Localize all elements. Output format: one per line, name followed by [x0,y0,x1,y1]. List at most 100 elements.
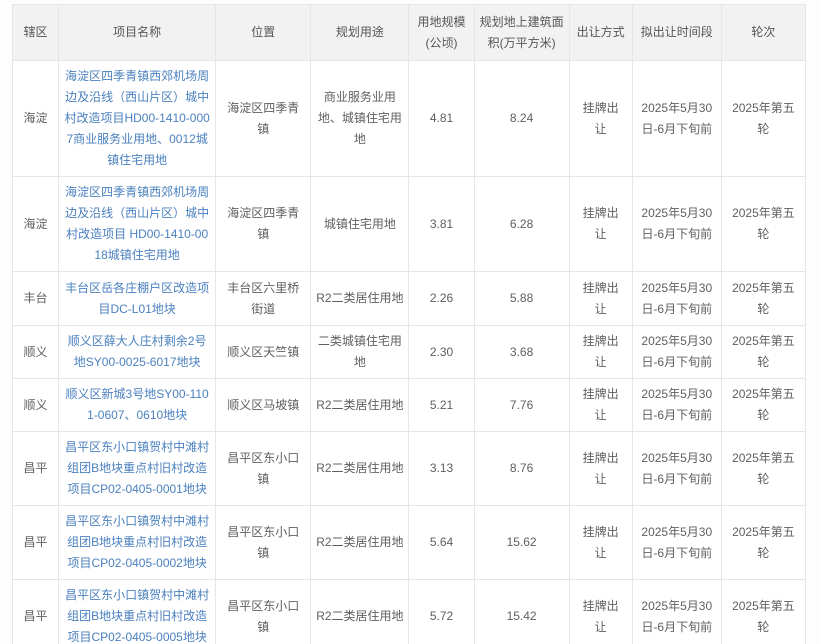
cell-land-area: 3.13 [408,431,475,506]
cell-transfer-method: 挂牌出让 [568,431,633,506]
header-round: 轮次 [720,4,807,61]
cell-round: 2025年第五轮 [720,60,807,177]
cell-project-name: 顺义区薛大人庄村剩余2号地SY00-0025-6017地块 [58,325,217,379]
cell-location: 昌平区东小口镇 [215,505,312,580]
cell-transfer-period: 2025年5月30日-6月下旬前 [631,378,722,432]
cell-land-area: 5.72 [408,579,475,644]
cell-location: 昌平区东小口镇 [215,431,312,506]
cell-floor-area: 8.76 [473,431,570,506]
cell-project-name: 丰台区岳各庄棚户区改造项目DC-L01地块 [58,271,217,326]
cell-transfer-period: 2025年5月30日-6月下旬前 [631,176,722,272]
header-transfer-method: 出让方式 [568,4,633,61]
cell-transfer-period: 2025年5月30日-6月下旬前 [631,505,722,580]
cell-district: 海淀 [11,176,60,272]
cell-transfer-period: 2025年5月30日-6月下旬前 [631,431,722,506]
cell-transfer-method: 挂牌出让 [568,176,633,272]
project-link[interactable]: 海淀区四季青镇西郊机场周边及沿线（西山片区）城中村改造项目HD00-1410-0… [64,69,209,167]
header-project-name: 项目名称 [58,4,217,61]
project-link[interactable]: 昌平区东小口镇贺村中滩村组团B地块重点村旧村改造项目CP02-0405-0002… [65,514,209,570]
cell-district: 丰台 [11,271,60,326]
cell-location: 昌平区东小口镇 [215,579,312,644]
table-row: 顺义 顺义区新城3号地SY00-1101-0607、0610地块 顺义区马坡镇 … [11,378,807,432]
cell-project-name: 昌平区东小口镇贺村中滩村组团B地块重点村旧村改造项目CP02-0405-0001… [58,431,217,506]
cell-floor-area: 3.68 [473,325,570,379]
cell-land-area: 5.64 [408,505,475,580]
project-link[interactable]: 顺义区薛大人庄村剩余2号地SY00-0025-6017地块 [68,334,207,369]
header-district: 辖区 [11,4,60,61]
cell-round: 2025年第五轮 [720,505,807,580]
cell-district: 昌平 [11,505,60,580]
header-land-area: 用地规模(公顷) [408,4,475,61]
cell-floor-area: 15.62 [473,505,570,580]
cell-transfer-method: 挂牌出让 [568,271,633,326]
cell-planned-use: 二类城镇住宅用地 [310,325,410,379]
cell-transfer-method: 挂牌出让 [568,579,633,644]
table-row: 海淀 海淀区四季青镇西郊机场周边及沿线（西山片区）城中村改造项目HD00-141… [11,60,807,177]
cell-round: 2025年第五轮 [720,176,807,272]
cell-project-name: 昌平区东小口镇贺村中滩村组团B地块重点村旧村改造项目CP02-0405-0002… [58,505,217,580]
cell-round: 2025年第五轮 [720,378,807,432]
project-link[interactable]: 昌平区东小口镇贺村中滩村组团B地块重点村旧村改造项目CP02-0405-0001… [65,440,209,496]
cell-floor-area: 7.76 [473,378,570,432]
header-location: 位置 [215,4,312,61]
cell-round: 2025年第五轮 [720,325,807,379]
cell-location: 顺义区天竺镇 [215,325,312,379]
cell-land-area: 4.81 [408,60,475,177]
header-transfer-period: 拟出让时间段 [631,4,722,61]
cell-transfer-period: 2025年5月30日-6月下旬前 [631,579,722,644]
cell-transfer-method: 挂牌出让 [568,325,633,379]
header-planned-use: 规划用途 [310,4,410,61]
table-row: 昌平 昌平区东小口镇贺村中滩村组团B地块重点村旧村改造项目CP02-0405-0… [11,505,807,580]
header-floor-area: 规划地上建筑面积(万平方米) [473,4,570,61]
land-transfer-table-container: 辖区 项目名称 位置 规划用途 用地规模(公顷) 规划地上建筑面积(万平方米) … [0,0,818,644]
cell-project-name: 昌平区东小口镇贺村中滩村组团B地块重点村旧村改造项目CP02-0405-0005… [58,579,217,644]
cell-transfer-period: 2025年5月30日-6月下旬前 [631,325,722,379]
cell-transfer-period: 2025年5月30日-6月下旬前 [631,271,722,326]
cell-transfer-method: 挂牌出让 [568,60,633,177]
cell-project-name: 顺义区新城3号地SY00-1101-0607、0610地块 [58,378,217,432]
cell-location: 海淀区四季青镇 [215,176,312,272]
cell-round: 2025年第五轮 [720,431,807,506]
cell-floor-area: 15.42 [473,579,570,644]
cell-land-area: 2.30 [408,325,475,379]
table-row: 顺义 顺义区薛大人庄村剩余2号地SY00-0025-6017地块 顺义区天竺镇 … [11,325,807,379]
land-transfer-table: 辖区 项目名称 位置 规划用途 用地规模(公顷) 规划地上建筑面积(万平方米) … [11,4,807,644]
project-link[interactable]: 昌平区东小口镇贺村中滩村组团B地块重点村旧村改造项目CP02-0405-0005… [65,588,209,644]
cell-transfer-method: 挂牌出让 [568,505,633,580]
cell-planned-use: 商业服务业用地、城镇住宅用地 [310,60,410,177]
cell-land-area: 2.26 [408,271,475,326]
cell-location: 丰台区六里桥街道 [215,271,312,326]
cell-location: 海淀区四季青镇 [215,60,312,177]
cell-floor-area: 5.88 [473,271,570,326]
cell-planned-use: 城镇住宅用地 [310,176,410,272]
project-link[interactable]: 顺义区新城3号地SY00-1101-0607、0610地块 [66,387,209,422]
cell-district: 昌平 [11,431,60,506]
cell-floor-area: 6.28 [473,176,570,272]
cell-land-area: 5.21 [408,378,475,432]
cell-floor-area: 8.24 [473,60,570,177]
table-row: 昌平 昌平区东小口镇贺村中滩村组团B地块重点村旧村改造项目CP02-0405-0… [11,431,807,506]
cell-district: 顺义 [11,325,60,379]
cell-project-name: 海淀区四季青镇西郊机场周边及沿线（西山片区）城中村改造项目 HD00-1410-… [58,176,217,272]
table-row: 昌平 昌平区东小口镇贺村中滩村组团B地块重点村旧村改造项目CP02-0405-0… [11,579,807,644]
cell-project-name: 海淀区四季青镇西郊机场周边及沿线（西山片区）城中村改造项目HD00-1410-0… [58,60,217,177]
project-link[interactable]: 丰台区岳各庄棚户区改造项目DC-L01地块 [65,281,209,316]
table-row: 海淀 海淀区四季青镇西郊机场周边及沿线（西山片区）城中村改造项目 HD00-14… [11,176,807,272]
cell-land-area: 3.81 [408,176,475,272]
cell-planned-use: R2二类居住用地 [310,271,410,326]
cell-district: 昌平 [11,579,60,644]
table-header-row: 辖区 项目名称 位置 规划用途 用地规模(公顷) 规划地上建筑面积(万平方米) … [11,4,807,61]
cell-transfer-method: 挂牌出让 [568,378,633,432]
table-row: 丰台 丰台区岳各庄棚户区改造项目DC-L01地块 丰台区六里桥街道 R2二类居住… [11,271,807,326]
cell-transfer-period: 2025年5月30日-6月下旬前 [631,60,722,177]
cell-planned-use: R2二类居住用地 [310,378,410,432]
cell-location: 顺义区马坡镇 [215,378,312,432]
cell-planned-use: R2二类居住用地 [310,431,410,506]
project-link[interactable]: 海淀区四季青镇西郊机场周边及沿线（西山片区）城中村改造项目 HD00-1410-… [65,185,209,262]
cell-district: 海淀 [11,60,60,177]
cell-district: 顺义 [11,378,60,432]
cell-round: 2025年第五轮 [720,271,807,326]
cell-planned-use: R2二类居住用地 [310,579,410,644]
cell-planned-use: R2二类居住用地 [310,505,410,580]
cell-round: 2025年第五轮 [720,579,807,644]
